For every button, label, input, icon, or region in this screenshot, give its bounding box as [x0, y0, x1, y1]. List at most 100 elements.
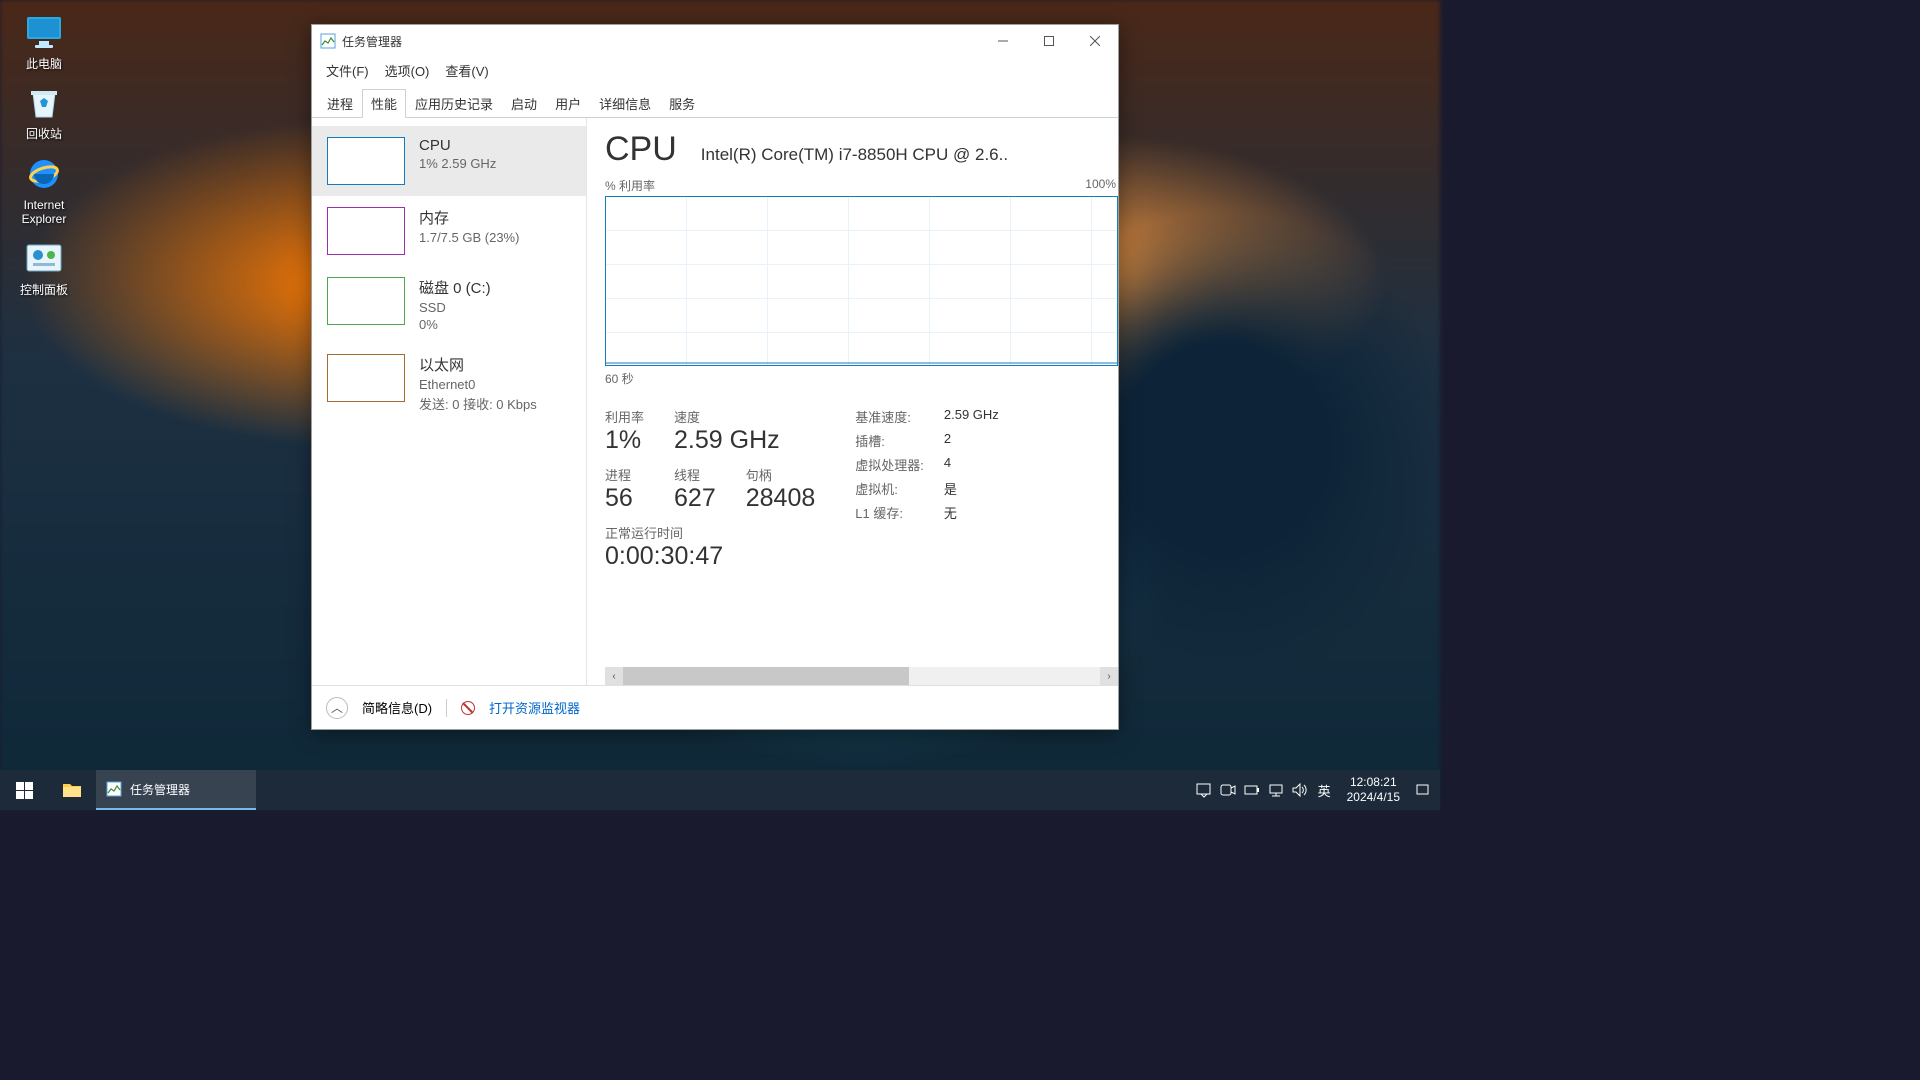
tabbar: 进程 性能 应用历史记录 启动 用户 详细信息 服务 — [312, 88, 1118, 118]
stat-sockets-v: 2 — [944, 431, 999, 450]
monitor-icon — [23, 11, 65, 53]
taskbar-app-label: 任务管理器 — [130, 781, 190, 798]
taskbar-date: 2024/4/15 — [1347, 790, 1400, 805]
memory-thumb-chart — [327, 207, 405, 255]
taskbar-app-taskmgr[interactable]: 任务管理器 — [96, 770, 256, 810]
stat-uptime-label: 正常运行时间 — [605, 523, 815, 542]
open-resmon-link[interactable]: 打开资源监视器 — [489, 698, 580, 717]
stat-uptime-value: 0:00:30:47 — [605, 542, 815, 571]
recycle-bin-icon — [23, 81, 65, 123]
file-explorer-button[interactable] — [48, 770, 96, 810]
tab-processes[interactable]: 进程 — [318, 89, 362, 118]
stat-sockets-k: 插槽: — [855, 431, 924, 450]
window-footer: ︿ 简略信息(D) 打开资源监视器 — [312, 685, 1118, 729]
sidebar-item-sub: 1.7/7.5 GB (23%) — [419, 230, 519, 245]
sidebar-item-sub: SSD — [419, 300, 491, 315]
desktop-icon-ie[interactable]: Internet Explorer — [5, 146, 83, 231]
fewer-details-link[interactable]: 简略信息(D) — [362, 698, 432, 717]
stat-proc-value: 56 — [605, 484, 644, 513]
tray-action-center-icon[interactable] — [1192, 770, 1216, 810]
desktop-icon-label: 此电脑 — [26, 57, 62, 71]
stat-util-label: 利用率 — [605, 407, 644, 426]
disk-thumb-chart — [327, 277, 405, 325]
ethernet-thumb-chart — [327, 354, 405, 402]
desktop-icon-this-pc[interactable]: 此电脑 — [5, 5, 83, 75]
control-panel-icon — [23, 237, 65, 279]
menu-view[interactable]: 查看(V) — [439, 59, 494, 82]
secondary-stats: 基准速度: 2.59 GHz 插槽: 2 虚拟处理器: 4 虚拟机: 是 L1 … — [855, 407, 999, 571]
tray-meet-now-icon[interactable] — [1216, 770, 1240, 810]
tray-network-icon[interactable] — [1264, 770, 1288, 810]
sidebar-item-title: CPU — [419, 137, 496, 154]
desktop-icon-label: Internet Explorer — [5, 198, 83, 227]
desktop-icon-label: 回收站 — [26, 127, 62, 141]
cpu-thumb-chart — [327, 137, 405, 185]
desktop-icon-label: 控制面板 — [20, 283, 68, 297]
sidebar-item-sub: 1% 2.59 GHz — [419, 156, 496, 171]
scroll-right-icon[interactable]: › — [1100, 667, 1118, 685]
scroll-left-icon[interactable]: ‹ — [605, 667, 623, 685]
tray-notifications-icon[interactable] — [1410, 770, 1434, 810]
stat-vprocs-v: 4 — [944, 455, 999, 474]
sidebar-item-title: 磁盘 0 (C:) — [419, 277, 491, 298]
stat-proc-label: 进程 — [605, 465, 644, 484]
stat-l1-k: L1 缓存: — [855, 503, 924, 522]
forbid-icon — [461, 701, 475, 715]
scroll-thumb[interactable] — [623, 667, 909, 685]
tab-details[interactable]: 详细信息 — [590, 89, 660, 118]
cpu-utilization-chart — [605, 196, 1118, 366]
tray-battery-icon[interactable] — [1240, 770, 1264, 810]
ime-indicator[interactable]: 英 — [1312, 781, 1337, 800]
tab-startup[interactable]: 启动 — [502, 89, 546, 118]
chart-ymax: 100% — [1085, 177, 1116, 194]
sidebar-item-ethernet[interactable]: 以太网 Ethernet0 发送: 0 接收: 0 Kbps — [312, 343, 586, 424]
menu-options[interactable]: 选项(O) — [379, 59, 436, 82]
tab-users[interactable]: 用户 — [546, 89, 590, 118]
tab-services[interactable]: 服务 — [660, 89, 704, 118]
close-button[interactable] — [1072, 25, 1118, 57]
sidebar-item-title: 以太网 — [419, 354, 537, 375]
stat-base-speed-v: 2.59 GHz — [944, 407, 999, 426]
stat-base-speed-k: 基准速度: — [855, 407, 924, 426]
chevron-up-icon[interactable]: ︿ — [326, 697, 348, 719]
task-manager-window: 任务管理器 文件(F) 选项(O) 查看(V) 进程 性能 应用历史记录 启动 … — [311, 24, 1119, 730]
cpu-detail-panel: CPU Intel(R) Core(TM) i7-8850H CPU @ 2.6… — [587, 118, 1118, 685]
stat-vm-v: 是 — [944, 479, 999, 498]
tab-app-history[interactable]: 应用历史记录 — [406, 89, 502, 118]
stat-threads-value: 627 — [674, 484, 716, 513]
stat-threads-label: 线程 — [674, 465, 716, 484]
sidebar-item-cpu[interactable]: CPU 1% 2.59 GHz — [312, 126, 586, 196]
titlebar[interactable]: 任务管理器 — [312, 25, 1118, 57]
taskbar-time: 12:08:21 — [1347, 775, 1400, 790]
desktop-icon-recycle-bin[interactable]: 回收站 — [5, 75, 83, 145]
taskbar-clock[interactable]: 12:08:21 2024/4/15 — [1337, 775, 1410, 805]
chart-xmax: 60 秒 — [605, 370, 1118, 387]
maximize-button[interactable] — [1026, 25, 1072, 57]
desktop-icon-control-panel[interactable]: 控制面板 — [5, 231, 83, 301]
minimize-button[interactable] — [980, 25, 1026, 57]
scroll-track[interactable] — [623, 667, 1100, 685]
stat-util-value: 1% — [605, 426, 644, 455]
sidebar-item-title: 内存 — [419, 207, 519, 228]
horizontal-scrollbar[interactable]: ‹ › — [605, 667, 1118, 685]
menu-file[interactable]: 文件(F) — [320, 59, 375, 82]
sidebar-item-sub: Ethernet0 — [419, 377, 537, 392]
stat-vprocs-k: 虚拟处理器: — [855, 455, 924, 474]
desktop-icons: 此电脑 回收站 Internet Explorer 控制面板 — [5, 5, 85, 301]
chart-ylabel: % 利用率 — [605, 177, 655, 194]
ie-icon — [23, 152, 65, 194]
detail-heading: CPU — [605, 130, 677, 169]
window-title: 任务管理器 — [342, 33, 980, 50]
stat-l1-v: 无 — [944, 503, 999, 522]
stat-speed-label: 速度 — [674, 407, 815, 426]
tab-performance[interactable]: 性能 — [362, 89, 406, 118]
cpu-model: Intel(R) Core(TM) i7-8850H CPU @ 2.6.. — [701, 145, 1008, 165]
start-button[interactable] — [0, 770, 48, 810]
stat-handles-label: 句柄 — [746, 465, 816, 484]
tray-volume-icon[interactable] — [1288, 770, 1312, 810]
stat-speed-value: 2.59 GHz — [674, 426, 815, 455]
taskmgr-icon — [106, 781, 122, 797]
sidebar-item-disk[interactable]: 磁盘 0 (C:) SSD 0% — [312, 266, 586, 343]
sidebar-item-memory[interactable]: 内存 1.7/7.5 GB (23%) — [312, 196, 586, 266]
divider — [446, 699, 447, 717]
